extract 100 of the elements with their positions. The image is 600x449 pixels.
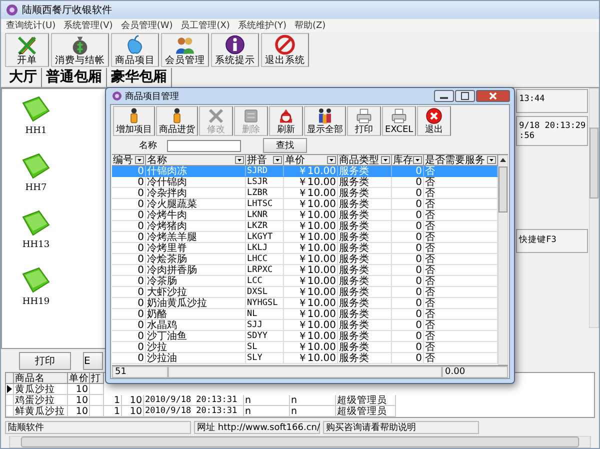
room-tab[interactable]: 普通包厢	[42, 68, 107, 87]
search-button[interactable]: 查找	[263, 138, 307, 153]
toolbar-button[interactable]: 开单	[5, 32, 49, 67]
header-label: 是否需要服务	[425, 154, 485, 166]
header-label: 编号	[113, 154, 133, 166]
header-label: 单价	[285, 154, 305, 166]
toolbar-button[interactable]: 增加项目	[113, 106, 155, 136]
table-label[interactable]: HH1	[25, 126, 47, 136]
table-cell: 黄瓜沙拉	[14, 384, 68, 396]
maximize-button[interactable]	[455, 90, 475, 102]
grid-row[interactable]: 0 冷烤猪肉 LKZR ￥10.00 服务类 0 否	[112, 221, 498, 232]
column-header[interactable]: 名称	[146, 155, 246, 166]
no-entry-icon	[274, 34, 296, 56]
toolbar-button[interactable]: 打印	[347, 106, 381, 136]
column-header: 打	[90, 373, 104, 384]
grid-row[interactable]: 0 冷烤里脊 LKLJ ￥10.00 服务类 0 否	[112, 243, 498, 254]
header-label: 商品类型	[339, 154, 379, 166]
app-icon	[6, 4, 18, 16]
status-text: 陆顺软件	[5, 421, 191, 434]
close-button[interactable]	[476, 90, 510, 102]
maximize-icon	[461, 92, 469, 100]
table-cell: 超级管理员	[336, 395, 396, 406]
info-text: 快捷键F3	[519, 234, 558, 246]
column-header[interactable]: 编号	[112, 155, 146, 166]
grid-row[interactable]: 0 冷什锦肉 LSJR ￥10.00 服务类 0 否	[112, 177, 498, 188]
table-cell: 超级管理员	[336, 406, 396, 418]
toolbar-button[interactable]: 系统提示	[211, 32, 259, 67]
print-button[interactable]: 打印	[19, 352, 71, 370]
close-icon	[489, 92, 497, 100]
toolbar-button[interactable]: 消费与结帐	[51, 32, 109, 67]
grid-row[interactable]: 0 奶油黄瓜沙拉 NYHGSL ￥10.00 服务类 0 否	[112, 298, 498, 309]
column-header[interactable]: 库存	[392, 155, 424, 166]
close-icon	[425, 107, 444, 125]
column-header[interactable]: 是否需要服务	[424, 155, 498, 166]
grid-row[interactable]: 0 冷烩茶肠 LHCC ￥10.00 服务类 0 否	[112, 254, 498, 265]
cross-tools-icon	[207, 107, 225, 125]
table-cell: 10	[122, 395, 144, 406]
grid-row[interactable]: 0 大虾沙拉 DXSL ￥10.00 服务类 0 否	[112, 287, 498, 298]
menu-item[interactable]: 帮助(Z)	[294, 18, 326, 32]
grid-row[interactable]: 0 冷杂拌肉 LZBR ￥10.00 服务类 0 否	[112, 188, 498, 199]
name-input-field[interactable]	[167, 140, 241, 152]
table-label[interactable]: HH13	[22, 240, 50, 250]
print-button[interactable]: E	[83, 352, 103, 370]
grid-row[interactable]: 0 冷烤牛肉 LKNR ￥10.00 服务类 0 否	[112, 210, 498, 221]
table-cell: 鸡蛋沙拉	[14, 395, 68, 406]
printer-icon	[355, 107, 373, 125]
info-text: 9/18 20:13:29	[519, 120, 587, 131]
table-cell: 2010/9/18 20:13:31	[144, 406, 244, 418]
menu-item[interactable]: 员工管理(X)	[180, 18, 230, 32]
table-cell: 1	[104, 395, 122, 406]
toolbar-button[interactable]: 商品进货	[156, 106, 198, 136]
dialog-title: 商品项目管理	[125, 90, 179, 102]
grid-row[interactable]: 0 水晶鸡 SJJ ￥10.00 服务类 0 否	[112, 320, 498, 331]
column-header[interactable]: 商品类型	[338, 155, 392, 166]
status-text: 网址 http://www.soft166.cn/	[194, 421, 320, 434]
column-header[interactable]: 拼音	[246, 155, 284, 166]
people-group-icon	[316, 107, 334, 125]
menu-item[interactable]: 系统维护(Y)	[238, 18, 286, 32]
grid-row[interactable]: 0 沙丁油鱼 SDYY ￥10.00 服务类 0 否	[112, 331, 498, 342]
table-cell: 1	[104, 406, 122, 418]
header-label: 名称	[147, 154, 167, 166]
printer-icon	[390, 107, 408, 125]
table-cell: n	[244, 395, 290, 406]
toolbar-button[interactable]: 显示全部	[304, 106, 346, 136]
menu-item[interactable]: 会员管理(W)	[120, 18, 173, 32]
table-label[interactable]: HH19	[22, 296, 50, 307]
grid-row[interactable]: 0 冷烤羔羊腿 LKGYT ￥10.00 服务类 0 否	[112, 232, 498, 243]
column-header: 单价	[68, 373, 90, 384]
current-row-icon	[7, 385, 12, 394]
status-text: 购买咨询请看帮助说明	[323, 421, 479, 434]
menu-item[interactable]: 查询统计(U)	[6, 18, 56, 32]
grid-row[interactable]: 0 冷茶肠 LCC ￥10.00 服务类 0 否	[112, 276, 498, 287]
row-indicator[interactable]	[6, 384, 14, 396]
toolbar-button[interactable]: 刷新	[269, 106, 303, 136]
toolbar-button[interactable]: 会员管理	[161, 32, 209, 67]
info-text: 13:44	[519, 94, 546, 104]
table-label[interactable]: HH7	[25, 182, 47, 193]
info-icon	[224, 34, 246, 56]
app-icon	[112, 91, 122, 101]
column-header: 商品名	[14, 373, 68, 384]
toolbar-button[interactable]: EXCEL	[382, 106, 416, 136]
total-cell: 0.00	[442, 366, 508, 378]
table-cell: 鲜黄瓜沙拉	[14, 406, 68, 418]
toolbar-button[interactable]: 商品项目	[111, 32, 159, 67]
room-tab[interactable]: 大厅	[5, 68, 42, 87]
header-label: 拼音	[247, 154, 267, 166]
grid-row[interactable]: 0 奶酪 NL ￥10.00 服务类 0 否	[112, 309, 498, 320]
minimize-button[interactable]	[434, 90, 454, 102]
menu-item[interactable]: 系统管理(V)	[64, 18, 113, 32]
column-header[interactable]: 单价	[284, 155, 338, 166]
toolbar-button[interactable]: 退出	[417, 106, 452, 136]
grid-row[interactable]: 0 冷火腿蔬菜 LHTSC ￥10.00 服务类 0 否	[112, 199, 498, 210]
grid-row[interactable]: 0 冷肉拼香肠 LRPXC ￥10.00 服务类 0 否	[112, 265, 498, 276]
field-label: 名称	[139, 140, 157, 152]
count-cell: 51	[112, 366, 168, 378]
grid-row[interactable]: 0 沙拉 SL ￥10.00 服务类 0 否	[112, 342, 498, 353]
table-cell: 10	[68, 395, 90, 406]
grid-row[interactable]: 0 沙拉油 SLY ￥10.00 服务类 0 否	[112, 353, 498, 364]
toolbar-button[interactable]: 退出系统	[261, 32, 309, 67]
table-cell: 10	[122, 406, 144, 418]
